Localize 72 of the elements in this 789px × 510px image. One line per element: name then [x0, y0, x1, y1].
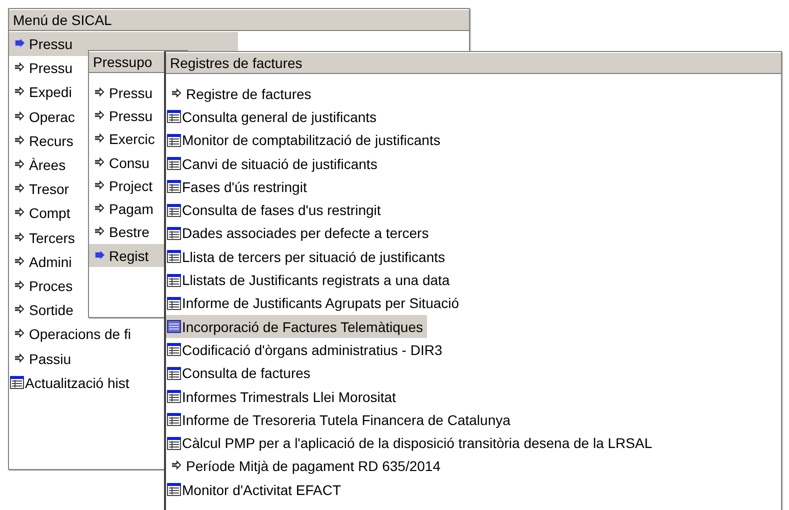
arrow-icon [12, 280, 26, 292]
form-icon [167, 390, 181, 403]
menu-item[interactable]: Càlcul PMP per a l'aplicació de la disposició transitòria desena de la LRSAL [166, 431, 656, 455]
menu-item[interactable]: Actualització hist [9, 370, 134, 395]
form-icon [167, 204, 181, 217]
menu-item[interactable]: Admini [9, 250, 76, 274]
menu-item[interactable]: Informes Trimestrals Llei Morositat [166, 384, 400, 408]
arrow-icon [92, 203, 106, 216]
arrow-icon [12, 86, 26, 98]
form-icon [167, 274, 181, 287]
menu-item[interactable]: Passiu [9, 346, 76, 371]
arrow-icon [169, 460, 183, 472]
arrow-icon [169, 88, 183, 100]
arrow-icon [12, 352, 26, 365]
menu-item[interactable]: Compt [9, 201, 74, 226]
arrow-icon [92, 156, 106, 169]
menu-item[interactable]: Recurs [9, 128, 78, 153]
menu-item[interactable]: Dades associades per defecte a tercers [166, 222, 433, 246]
form-icon [167, 413, 181, 426]
menu-title: Registres de factures [166, 52, 781, 74]
menu-title: Menú de SICAL [9, 9, 469, 31]
arrow-icon [12, 62, 26, 74]
form-icon [167, 343, 181, 356]
arrow-icon [92, 226, 106, 238]
menu-item[interactable]: Proces [9, 274, 77, 298]
form-icon [167, 180, 181, 194]
menu-item[interactable]: Canvi de situació de justificants [166, 152, 382, 176]
menu-item[interactable]: Informe de Tresoreria Tutela Financera de Catalunya [166, 408, 514, 432]
form-icon [167, 134, 181, 147]
menu-item[interactable]: Expedi [9, 80, 76, 105]
menu-item[interactable]: Sortide [9, 298, 78, 322]
menu-item[interactable]: Consulta general de justificants [166, 105, 381, 129]
form-icon [167, 366, 181, 380]
arrow-icon [12, 134, 26, 147]
arrow-icon [12, 183, 26, 196]
menu-item[interactable]: Consulta de factures [166, 362, 314, 385]
menu-item[interactable]: Consulta de fases d'us restringit [166, 198, 385, 222]
menu-item[interactable]: Monitor d'Activitat EFACT [166, 478, 346, 502]
form-icon [167, 250, 181, 264]
menu-item[interactable]: Fases d'ús restringit [166, 175, 311, 198]
arrow-icon [12, 256, 26, 268]
form-icon [167, 320, 181, 334]
arrow-icon [12, 110, 26, 123]
arrow-icon [12, 232, 26, 244]
form-icon [167, 483, 181, 496]
arrow-icon [92, 86, 106, 99]
menu-item[interactable]: Pressu [9, 56, 77, 80]
menu-item[interactable]: Operac [9, 104, 79, 129]
form-icon [167, 157, 181, 170]
arrow-icon [92, 250, 106, 262]
menu-item[interactable]: Monitor de comptabilització de justificants [166, 128, 444, 152]
form-icon [167, 436, 181, 450]
menu-item[interactable]: Incorporació de Factures Telemàtiques [166, 314, 427, 338]
form-icon [167, 110, 181, 124]
arrow-icon [92, 133, 106, 146]
form-icon [167, 296, 181, 310]
arrow-icon [12, 38, 26, 50]
menu-item[interactable]: Llistats de Justificants registrats a una data [166, 268, 454, 292]
arrow-icon [92, 110, 106, 122]
arrow-icon [92, 180, 106, 192]
menu-item[interactable]: Tresor [9, 177, 73, 202]
menu-item[interactable]: Període Mitjà de pagament RD 635/2014 [166, 454, 444, 478]
menu-item[interactable]: Informe de Justificants Agrupats per Situació [166, 292, 464, 315]
arrow-icon [12, 159, 26, 172]
arrow-icon [12, 328, 26, 340]
arrow-icon [12, 207, 26, 220]
menu-item[interactable]: Codificació d'òrgans administratius - DIR3 [166, 338, 446, 362]
form-icon [167, 226, 181, 240]
menu-item[interactable]: Àrees [9, 152, 70, 178]
menu-item[interactable]: Tercers [9, 226, 79, 250]
arrow-icon [12, 304, 26, 316]
menu-item[interactable]: Operacions de fi [9, 322, 135, 346]
